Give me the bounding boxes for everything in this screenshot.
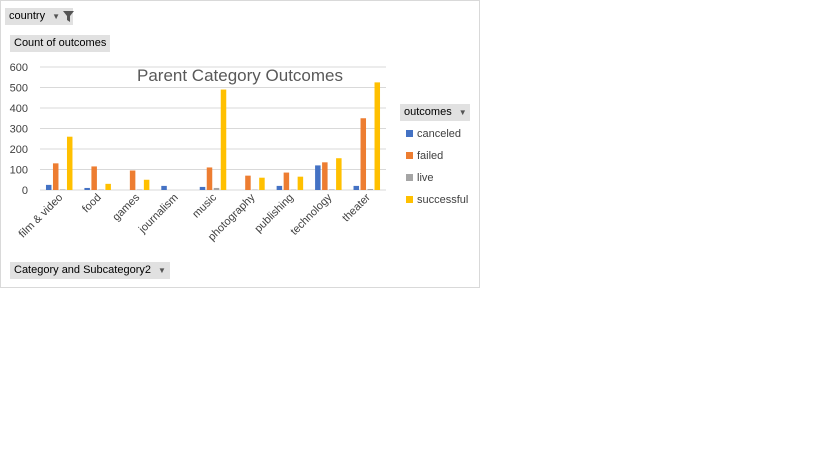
bar-successful	[259, 177, 265, 190]
bar-canceled	[199, 186, 206, 190]
y-tick-label: 0	[22, 185, 28, 197]
bar-failed	[91, 166, 97, 190]
bar-live	[367, 188, 374, 190]
bar-successful	[66, 136, 73, 190]
bar-successful	[105, 183, 111, 190]
x-tick-label: film & video	[17, 192, 66, 241]
bar-failed	[52, 163, 59, 190]
y-tick-label: 400	[10, 103, 28, 115]
chart-plot-area: Parent Category Outcomes 0 100 200 300 400 50…	[10, 62, 386, 243]
bar-failed	[129, 170, 136, 190]
bar-successful	[297, 176, 304, 190]
bar-failed	[322, 162, 328, 190]
x-tick-label: music	[190, 191, 219, 220]
bar-successful	[336, 158, 342, 190]
chart-title: Parent Category Outcomes	[137, 66, 343, 85]
x-tick-label: technology	[288, 191, 334, 237]
y-tick-label: 500	[10, 83, 28, 95]
y-tick-label: 200	[10, 144, 28, 156]
x-tick-label: theater	[340, 191, 373, 224]
y-tick-label: 600	[10, 62, 28, 74]
bar-failed	[245, 175, 251, 190]
bar-successful	[143, 179, 150, 190]
bar-failed	[283, 172, 290, 190]
y-tick-label: 100	[10, 165, 28, 177]
bar-canceled	[161, 185, 167, 190]
x-tick-label: food	[80, 192, 104, 216]
bar-live	[213, 187, 220, 190]
bar-canceled	[276, 185, 283, 190]
bar-failed	[206, 167, 213, 190]
bar-failed	[360, 118, 367, 190]
bar-canceled	[45, 184, 52, 190]
bar-live	[329, 189, 335, 190]
bar-live	[59, 189, 66, 190]
x-tick-label: games	[110, 191, 142, 223]
y-tick-label: 300	[10, 124, 28, 136]
bar-canceled	[353, 185, 360, 190]
bar-successful	[374, 82, 381, 190]
bar-successful	[220, 89, 227, 190]
bar-canceled	[315, 165, 321, 190]
bar-canceled	[84, 187, 90, 190]
x-tick-label: journalism	[136, 192, 181, 237]
